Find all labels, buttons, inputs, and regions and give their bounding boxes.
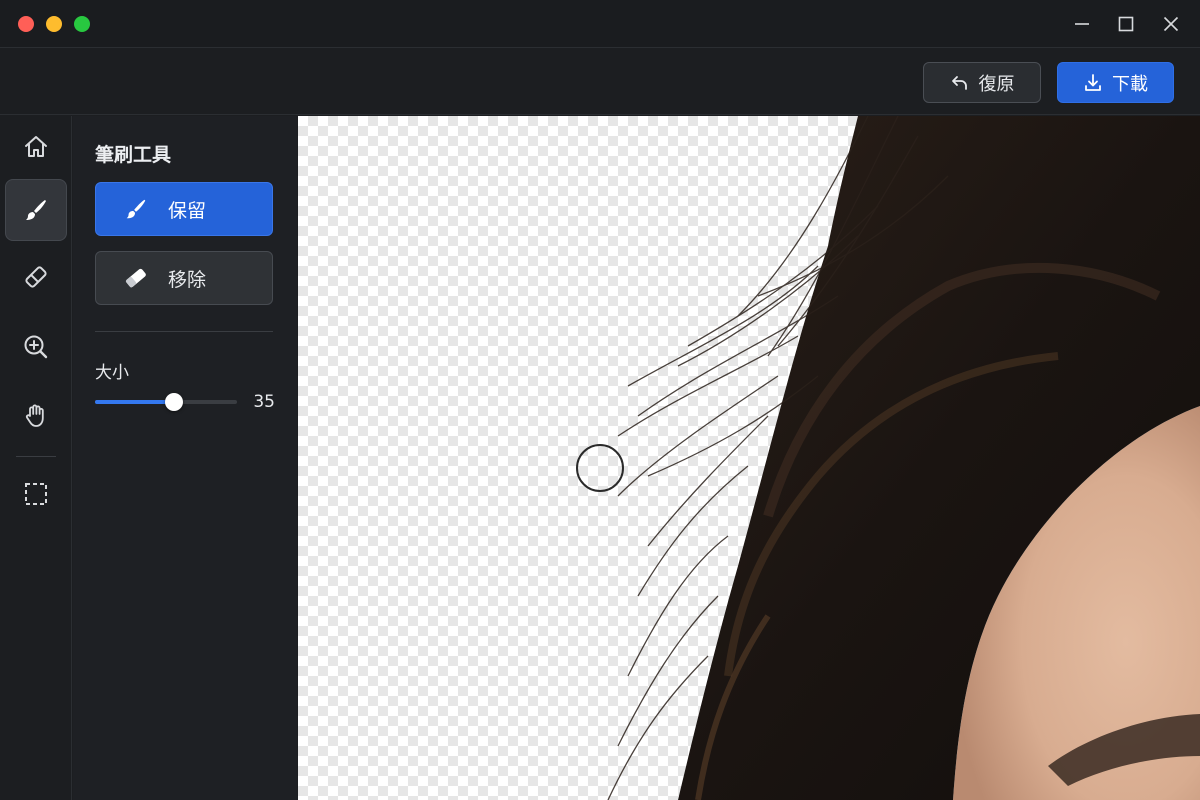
panel-title: 筆刷工具 [95,144,172,166]
title-bar [0,0,1200,48]
hair-photo [607,116,1200,800]
download-icon [1085,73,1101,91]
minimize-dot-icon[interactable] [46,16,62,32]
size-value: 35 [253,392,275,412]
rail-brush-button[interactable] [5,179,67,241]
size-label: 大小 [95,363,129,383]
hand-icon [25,404,44,427]
rail-zoom-button[interactable] [5,316,67,378]
home-icon [25,136,47,157]
eraser-icon [25,266,47,288]
slider-fill [95,400,174,404]
brush-icon [126,199,146,219]
close-icon [1163,16,1179,32]
keep-mode-button[interactable]: 保留 [95,182,273,236]
rail-hand-button[interactable] [5,384,67,446]
close-button[interactable] [1157,10,1185,38]
rail-home-button[interactable] [5,116,67,178]
rail-selection-button[interactable] [5,463,67,525]
rail-divider [16,456,56,457]
slider-thumb[interactable] [165,393,183,411]
zoom-dot-icon[interactable] [74,16,90,32]
rail-eraser-button[interactable] [5,246,67,308]
panel-divider [95,331,273,332]
download-label: 下載 [1112,73,1148,95]
undo-label: 復原 [978,73,1015,95]
zoom-in-icon [24,335,48,359]
maximize-icon [1118,16,1134,32]
undo-arrow-icon [951,75,967,90]
undo-button[interactable]: 復原 [923,62,1041,103]
image-canvas[interactable] [298,116,1200,800]
tool-rail [0,116,72,800]
minimize-icon [1075,23,1089,25]
keep-mode-label: 保留 [168,199,207,222]
maximize-button[interactable] [1112,10,1140,38]
size-slider[interactable] [95,392,237,412]
top-toolbar: 復原 下載 [0,49,1200,115]
app-window: 復原 下載 筆刷工具 保留 移除 大小 35 [0,0,1200,800]
remove-mode-label: 移除 [168,268,207,291]
brush-icon [26,200,46,220]
brush-panel: 筆刷工具 保留 移除 大小 35 [73,116,297,800]
download-button[interactable]: 下載 [1057,62,1174,103]
remove-mode-button[interactable]: 移除 [95,251,273,305]
minimize-button[interactable] [1068,10,1096,38]
close-dot-icon[interactable] [18,16,34,32]
selection-icon [25,483,47,505]
eraser-icon [125,268,146,288]
